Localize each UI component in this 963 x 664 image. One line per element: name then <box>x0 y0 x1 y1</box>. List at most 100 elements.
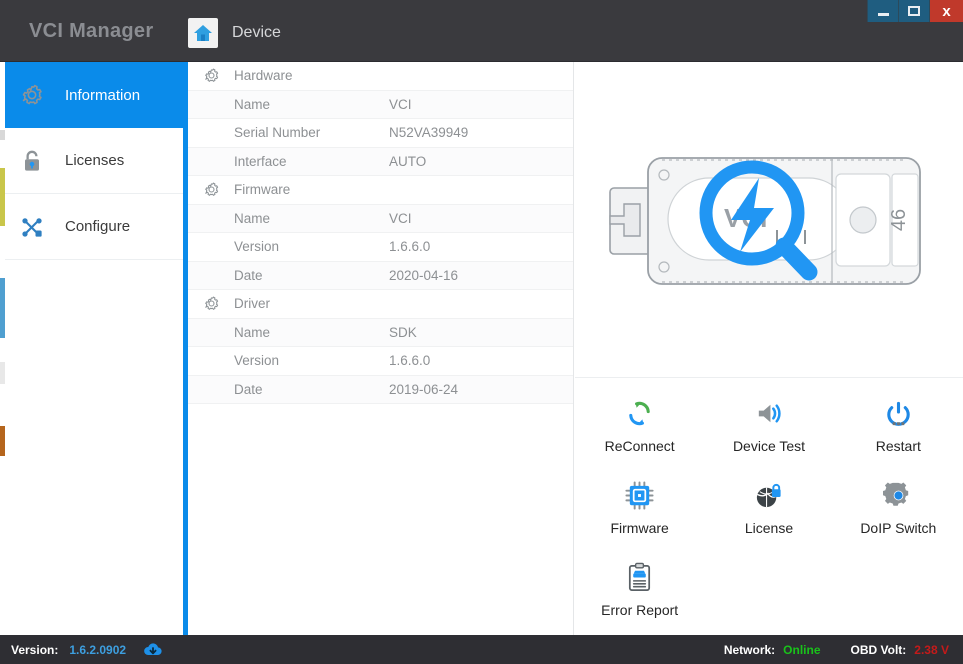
status-bar: Version: 1.6.2.0902 Network: Online OBD … <box>0 635 963 664</box>
info-row: NameVCI <box>188 205 573 234</box>
info-row-key: Version <box>234 353 389 368</box>
info-row-key: Name <box>234 211 389 226</box>
network-label: Network: <box>724 643 775 657</box>
sidebar-item-label: Licenses <box>65 152 124 169</box>
info-row: Date2020-04-16 <box>188 262 573 291</box>
info-row-key: Serial Number <box>234 125 389 140</box>
info-row-value: 2019-06-24 <box>389 382 458 397</box>
gear-icon <box>11 74 53 116</box>
power-icon <box>883 397 914 431</box>
info-group-row: Driver <box>188 290 573 319</box>
info-row: Version1.6.6.0 <box>188 233 573 262</box>
action-button-license[interactable]: License <box>704 466 833 548</box>
info-row-key: Name <box>234 325 389 340</box>
info-row-value: VCI <box>389 97 412 112</box>
gear-icon <box>188 180 234 199</box>
action-button-label: DoIP Switch <box>860 520 936 536</box>
close-icon: x <box>942 4 950 19</box>
sidebar-item-label: Configure <box>65 218 130 235</box>
info-row-value: N52VA39949 <box>389 125 468 140</box>
info-row: NameVCI <box>188 91 573 120</box>
tools-icon <box>11 206 53 248</box>
info-row-value: 2020-04-16 <box>389 268 458 283</box>
title-bar: VCI Manager Device x <box>0 0 963 62</box>
background-strip-segment <box>0 140 5 168</box>
lock-icon <box>11 140 53 182</box>
globe-lock-icon <box>753 479 784 513</box>
info-row-key: Version <box>234 239 389 254</box>
background-strip-segment <box>0 362 5 384</box>
info-row-key: Date <box>234 268 389 283</box>
version-value: 1.6.2.0902 <box>69 643 126 657</box>
device-info-panel: HardwareNameVCISerial NumberN52VA39949In… <box>188 62 574 635</box>
action-button-restart[interactable]: Restart <box>834 384 963 466</box>
info-group-row: Hardware <box>188 62 573 91</box>
action-button-label: Error Report <box>601 602 678 618</box>
vci-manager-window: VCI Manager Device x Informati <box>0 0 963 664</box>
info-row-value: AUTO <box>389 154 426 169</box>
minimize-icon <box>878 13 889 16</box>
cloud-download-icon[interactable] <box>143 642 163 658</box>
info-row-key: Hardware <box>234 68 389 83</box>
sidebar-item-information[interactable]: Information <box>5 62 183 128</box>
speaker-icon <box>753 397 784 431</box>
minimize-button[interactable] <box>867 0 898 22</box>
tab-device[interactable]: Device <box>188 17 281 49</box>
info-row-key: Interface <box>234 154 389 169</box>
maximize-button[interactable] <box>898 0 929 22</box>
info-row: Version1.6.6.0 <box>188 347 573 376</box>
action-button-error-report[interactable]: Error Report <box>575 548 704 630</box>
refresh-icon <box>624 397 655 431</box>
info-row-value: SDK <box>389 325 417 340</box>
info-row: InterfaceAUTO <box>188 148 573 177</box>
action-button-label: Restart <box>876 438 921 454</box>
action-button-label: Firmware <box>610 520 668 536</box>
gear-dot-icon <box>883 479 914 513</box>
sidebar-item-label: Information <box>65 87 140 104</box>
network-status-value: Online <box>783 643 820 657</box>
clipboard-car-icon <box>624 561 655 595</box>
info-row-key: Firmware <box>234 182 389 197</box>
gear-icon <box>188 294 234 313</box>
background-strip-segment <box>0 426 5 456</box>
background-strip-segment <box>0 168 5 226</box>
background-strip-segment <box>0 278 5 338</box>
background-strip-segment <box>0 384 5 426</box>
sidebar-item-configure[interactable]: Configure <box>5 194 183 260</box>
gear-icon <box>188 66 234 85</box>
action-button-label: License <box>745 520 793 536</box>
tab-device-label: Device <box>232 24 281 42</box>
window-controls: x <box>867 0 963 22</box>
info-row-key: Name <box>234 97 389 112</box>
info-row-value: 1.6.6.0 <box>389 353 430 368</box>
info-row: Date2019-06-24 <box>188 376 573 405</box>
device-detail-panel: VCI 46 <box>575 62 963 635</box>
action-button-reconnect[interactable]: ReConnect <box>575 384 704 466</box>
action-button-device-test[interactable]: Device Test <box>704 384 833 466</box>
info-group-row: Firmware <box>188 176 573 205</box>
action-button-firmware[interactable]: Firmware <box>575 466 704 548</box>
action-button-label: ReConnect <box>605 438 675 454</box>
action-button-doip-switch[interactable]: DoIP Switch <box>834 466 963 548</box>
home-icon <box>188 18 218 48</box>
action-button-label: Device Test <box>733 438 805 454</box>
background-window-strip <box>0 62 5 635</box>
app-title: VCI Manager <box>29 20 153 43</box>
chip-icon <box>624 479 655 513</box>
maximize-icon <box>908 6 920 16</box>
background-strip-segment <box>0 338 5 362</box>
close-button[interactable]: x <box>929 0 963 22</box>
info-row: NameSDK <box>188 319 573 348</box>
status-version-group: Version: 1.6.2.0902 <box>0 642 163 658</box>
version-label: Version: <box>11 643 58 657</box>
obd-volt-label: OBD Volt: <box>851 643 907 657</box>
status-network-group: Network: Online OBD Volt: 2.38 V <box>724 643 949 657</box>
info-row-value: 1.6.6.0 <box>389 239 430 254</box>
device-actions-grid: ReConnect Device Test Restart Firmware Licen… <box>575 378 963 630</box>
info-row-key: Driver <box>234 296 389 311</box>
info-row: Serial NumberN52VA39949 <box>188 119 573 148</box>
vci-dongle-illustration: VCI 46 <box>575 62 963 378</box>
sidebar-item-licenses[interactable]: Licenses <box>5 128 183 194</box>
background-strip-segment <box>0 226 5 278</box>
sidebar: Information Licenses Configure <box>5 62 183 635</box>
